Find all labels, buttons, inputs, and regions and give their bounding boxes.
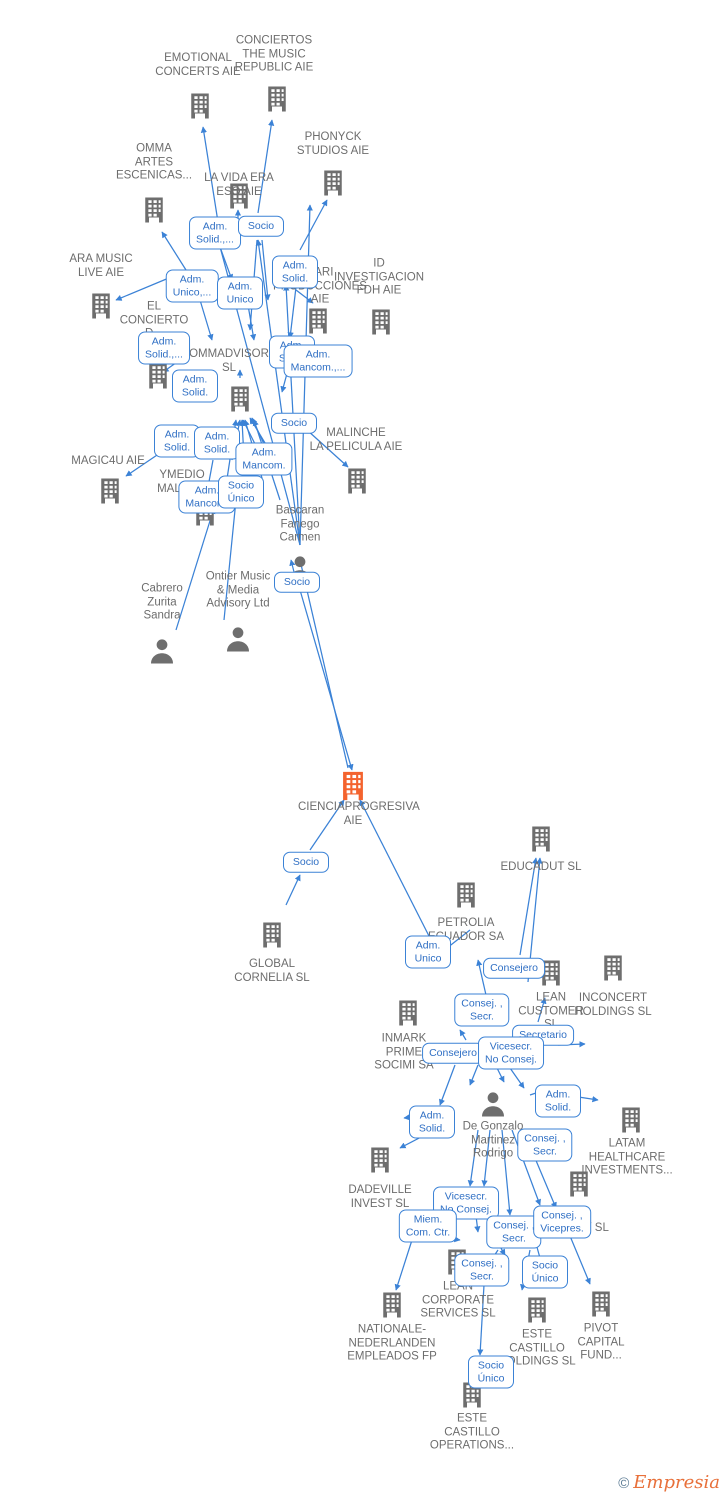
role-badge-r18[interactable]: Adm. Unico (405, 935, 451, 969)
building-icon (278, 168, 388, 198)
person-node-ontier[interactable] (183, 624, 293, 654)
role-badge-r20[interactable]: Consej. , Secr. (454, 993, 510, 1027)
company-node-petrolia[interactable] (411, 880, 521, 910)
building-icon (411, 880, 521, 910)
node-label-text: PHONYCK STUDIOS AIE (296, 131, 370, 157)
node-label-aramusic: ARA MUSIC LIVE AIE (46, 253, 156, 281)
person-icon (183, 624, 293, 654)
role-badge-r30[interactable]: Consej. , Vicepres. (533, 1205, 591, 1239)
building-icon (298, 769, 408, 803)
building-icon (524, 1169, 634, 1199)
building-icon (486, 824, 596, 854)
building-icon (353, 998, 463, 1028)
node-label-text: CONCIERTOS THE MUSIC REPUBLIC AIE (234, 34, 314, 74)
company-node-latam[interactable] (576, 1105, 686, 1135)
role-badge-r31[interactable]: Consej. , Secr. (454, 1253, 510, 1287)
role-badge-r01[interactable]: Adm. Solid.,... (189, 216, 241, 250)
role-badge-r32[interactable]: Socio Único (522, 1255, 568, 1289)
node-label-nationale: NATIONALE- NEDERLANDEN EMPLEADOS FP (337, 1322, 447, 1364)
company-node-dadeville[interactable] (325, 1145, 435, 1175)
company-node-malinche[interactable] (302, 466, 412, 496)
node-label-text: NATIONALE- NEDERLANDEN EMPLEADOS FP (347, 1323, 437, 1363)
company-node-conciertos[interactable] (222, 84, 332, 114)
node-label-text: PIVOT CAPITAL FUND... (577, 1322, 625, 1362)
node-label-text: ID INVESTIGACION FDH AIE (333, 257, 425, 297)
node-label-malinche: MALINCHE LA PELICULA AIE (301, 427, 411, 455)
role-badge-r13[interactable]: Adm. Mancom. (235, 442, 293, 476)
company-node-soloproperty[interactable] (524, 1169, 634, 1199)
building-icon (337, 1290, 447, 1320)
role-badge-r19[interactable]: Consejero (483, 957, 545, 979)
node-label-magic4u: MAGIC4U AIE (53, 455, 163, 470)
edge-layer (115, 119, 599, 1389)
node-label-conciertos: CONCIERTOS THE MUSIC REPUBLIC AIE (219, 34, 329, 76)
role-badge-r07[interactable]: Adm. Solid. (172, 369, 218, 403)
node-label-text: GLOBAL CORNELIA SL (234, 958, 310, 984)
node-label-lavida: LA VIDA ERA ESO AIE (184, 172, 294, 200)
company-node-phonyck[interactable] (278, 168, 388, 198)
node-label-text: Bascaran Fanego Carmen (275, 504, 325, 544)
company-node-pivot[interactable] (546, 1289, 656, 1319)
company-node-educadut[interactable] (486, 824, 596, 854)
role-badge-r09[interactable]: Adm. Mancom.,... (283, 344, 353, 378)
role-badge-r25[interactable]: Adm. Solid. (409, 1105, 455, 1139)
building-icon (576, 1105, 686, 1135)
copyright-icon: © (618, 1474, 630, 1492)
node-label-text: ESTE CASTILLO OPERATIONS... (429, 1412, 515, 1452)
node-label-text: LA VIDA ERA ESO AIE (204, 172, 274, 198)
company-node-nationale[interactable] (337, 1290, 447, 1320)
node-label-text: DADEVILLE INVEST SL (348, 1184, 412, 1210)
role-badge-r16[interactable]: Socio (274, 571, 320, 593)
node-label-text: EDUCADUT SL (500, 860, 582, 873)
node-label-idinv: ID INVESTIGACION FDH AIE (324, 257, 434, 299)
brand-logo-text: Empresia (633, 1472, 720, 1493)
role-badge-r26[interactable]: Consej. , Secr. (517, 1128, 573, 1162)
node-label-pivot: PIVOT CAPITAL FUND... (546, 1321, 656, 1363)
building-icon (222, 84, 332, 114)
building-icon (217, 920, 327, 950)
role-badge-r02[interactable]: Socio (238, 215, 284, 237)
role-badge-r28[interactable]: Miem. Com. Ctr. (398, 1209, 458, 1243)
building-icon (302, 466, 412, 496)
role-badge-r24[interactable]: Adm. Solid. (535, 1084, 581, 1118)
role-badge-r04[interactable]: Adm. Unico (217, 276, 263, 310)
watermark: © Empresia (618, 1474, 720, 1492)
role-badge-r23[interactable]: Vicesecr. No Consej. (478, 1036, 544, 1070)
node-label-text: ARA MUSIC LIVE AIE (69, 253, 133, 279)
node-label-text: MAGIC4U AIE (71, 454, 145, 467)
company-node-globalcornelia[interactable] (217, 920, 327, 950)
role-badge-r05[interactable]: Adm. Solid. (272, 255, 318, 289)
role-badge-r17[interactable]: Socio (283, 851, 329, 873)
company-node-inmark[interactable] (353, 998, 463, 1028)
node-label-globalcornelia: GLOBAL CORNELIA SL (217, 957, 327, 985)
role-badge-r33[interactable]: Socio Único (468, 1355, 514, 1389)
building-icon (326, 307, 436, 337)
building-icon (325, 1145, 435, 1175)
node-label-text: CIENCIAPROGRESIVA AIE (298, 801, 420, 827)
network-diagram-canvas: EMOTIONAL CONCERTS AIE CONCIERTOS THE MU… (0, 0, 728, 1500)
node-label-ciencia: CIENCIAPROGRESIVA AIE (298, 800, 420, 828)
company-node-idinv[interactable] (326, 307, 436, 337)
building-icon (546, 1289, 656, 1319)
role-badge-r12[interactable]: Adm. Solid. (194, 426, 240, 460)
role-badge-r06[interactable]: Adm. Solid.,... (138, 331, 190, 365)
node-label-text: MALINCHE LA PELICULA AIE (309, 427, 403, 453)
node-label-phonyck: PHONYCK STUDIOS AIE (278, 131, 388, 159)
node-label-educadut: EDUCADUT SL (486, 860, 596, 875)
node-label-dadeville: DADEVILLE INVEST SL (325, 1183, 435, 1211)
role-badge-r03[interactable]: Adm. Unico,... (165, 269, 219, 303)
company-node-ciencia[interactable] (298, 769, 408, 803)
role-badge-r22[interactable]: Consejero (422, 1042, 484, 1064)
role-badge-r15[interactable]: Socio Único (218, 475, 264, 509)
node-label-esteoperations: ESTE CASTILLO OPERATIONS... (417, 1411, 527, 1453)
role-badge-r10[interactable]: Socio (271, 412, 317, 434)
node-label-bascaran: Bascaran Fanego Carmen (245, 504, 355, 546)
